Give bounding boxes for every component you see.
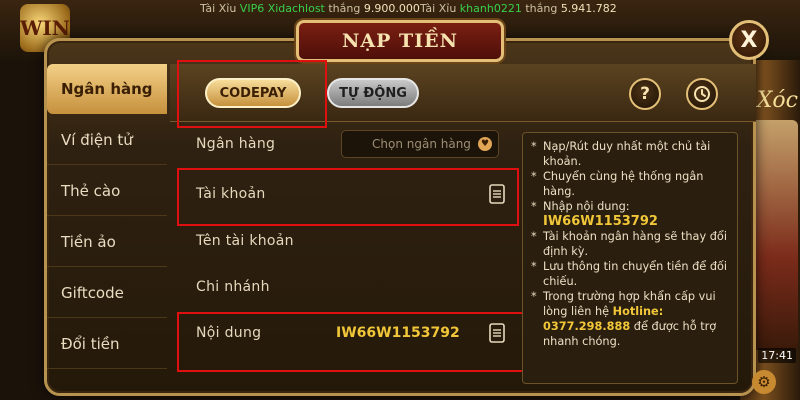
note-item: * Nhập nội dung: IW66W1153792 xyxy=(531,200,658,229)
nav-label: Ví điện tử xyxy=(61,130,133,149)
branch-label: Chi nhánh xyxy=(196,279,270,295)
nav-label: Giftcode xyxy=(61,283,124,302)
win-ticker-2: Tài Xỉu khanh0221 thắng 5.941.782 xyxy=(420,2,617,15)
branch-row: Chi nhánh xyxy=(180,267,515,307)
dialog-title: NẠP TIỀN xyxy=(296,20,504,62)
nav-item-ewallet[interactable]: Ví điện tử xyxy=(47,115,167,165)
note-item: * Lưu thông tin chuyển tiền để đối chiếu. xyxy=(531,260,728,288)
content-value: IW66W1153792 xyxy=(336,325,460,341)
tab-codepay[interactable]: CODEPAY xyxy=(205,78,301,108)
heart-icon: ♥ xyxy=(478,137,492,151)
nav-label: Tiền ảo xyxy=(61,232,116,251)
nav-item-card[interactable]: Thẻ cào xyxy=(47,166,167,216)
nav-item-giftcode[interactable]: Giftcode xyxy=(47,268,167,318)
close-icon: X xyxy=(740,27,758,53)
history-button[interactable] xyxy=(686,78,718,110)
note-item: * Trong trường hợp khẩn cấp vui lòng liên… xyxy=(531,290,717,348)
win-ticker-1: Tài Xỉu VIP6 Xidachlost thắng 9.900.000 xyxy=(200,2,420,15)
clock-icon xyxy=(694,86,710,102)
note-item: * Nạp/Rút duy nhất một chủ tài khoản. xyxy=(531,140,711,168)
content-row: Nội dung IW66W1153792 xyxy=(180,313,515,353)
help-button[interactable]: ? xyxy=(629,78,661,110)
note-item: * Chuyển cùng hệ thống ngân hàng. xyxy=(531,170,704,198)
account-name-row: Tên tài khoản xyxy=(180,221,515,261)
bank-label: Ngân hàng xyxy=(196,136,276,152)
gear-icon[interactable]: ⚙ xyxy=(752,370,776,394)
tab-label: CODEPAY xyxy=(219,85,287,101)
nav-item-bank[interactable]: Ngân hàng xyxy=(47,64,167,114)
side-game-timer: 17:41 xyxy=(758,348,796,363)
nav-label: Ngân hàng xyxy=(61,80,153,98)
side-game-title: Xóc xyxy=(756,88,798,113)
account-row: Tài khoản xyxy=(180,174,515,214)
account-label: Tài khoản xyxy=(196,186,266,202)
nav-item-exchange[interactable]: Đổi tiền xyxy=(47,319,167,369)
tab-label: TỰ ĐỘNG xyxy=(339,85,407,101)
account-name-label: Tên tài khoản xyxy=(196,233,294,249)
content-label: Nội dung xyxy=(196,325,262,341)
payment-method-nav: Ngân hàng Ví điện tử Thẻ cào Tiền ảo Gif… xyxy=(47,64,167,400)
note-code: IW66W1153792 xyxy=(543,214,658,229)
notes-panel: * Nạp/Rút duy nhất một chủ tài khoản. * Ch… xyxy=(522,132,738,384)
close-button[interactable]: X xyxy=(729,20,769,60)
bank-select-placeholder: Chọn ngân hàng xyxy=(372,137,471,151)
nav-label: Đổi tiền xyxy=(61,334,120,353)
question-icon: ? xyxy=(640,84,650,104)
copy-icon[interactable] xyxy=(489,323,505,343)
copy-icon[interactable] xyxy=(489,184,505,204)
nav-label: Thẻ cào xyxy=(61,181,121,200)
note-item: * Tài khoản ngân hàng sẽ thay đổi định kỳ… xyxy=(531,230,727,258)
nav-item-crypto[interactable]: Tiền ảo xyxy=(47,217,167,267)
tab-auto[interactable]: TỰ ĐỘNG xyxy=(327,78,419,108)
bank-select[interactable]: Chọn ngân hàng ♥ xyxy=(341,130,499,158)
